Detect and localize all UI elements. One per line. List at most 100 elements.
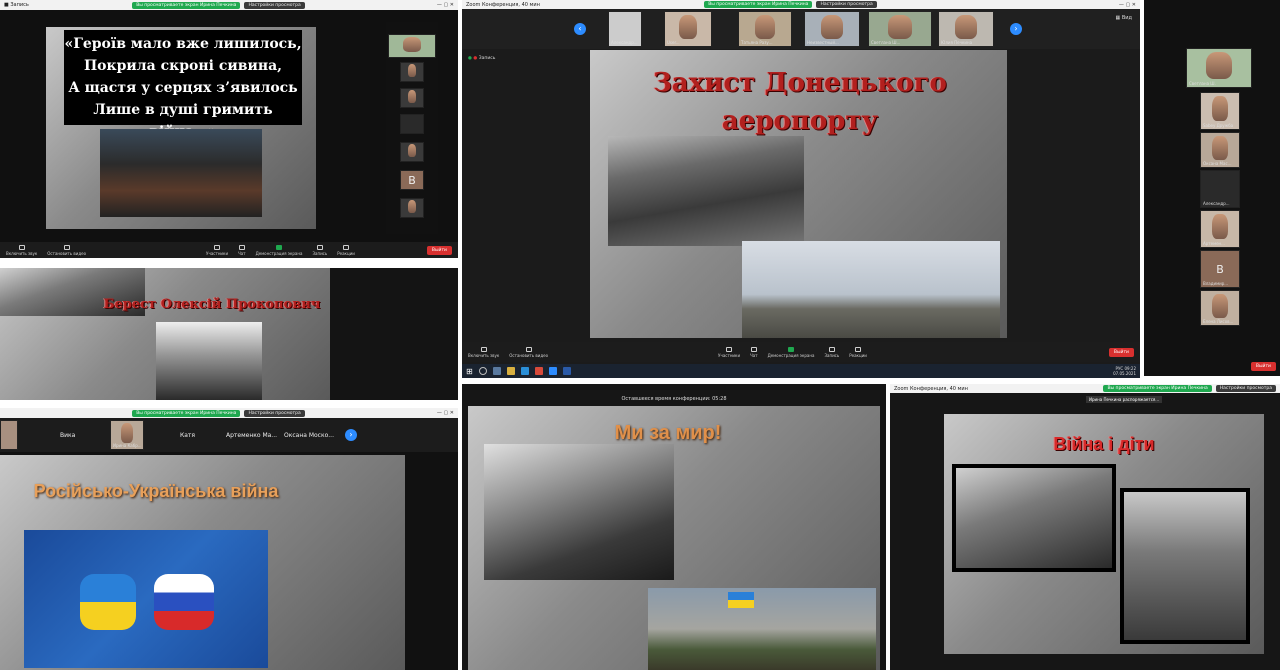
participant-thumb[interactable] bbox=[400, 88, 424, 108]
participants-strip: ‹ Александр... User... Татьяна Разу... Н… bbox=[462, 9, 1140, 49]
participant-name: Катя bbox=[180, 432, 196, 439]
unmute-button[interactable]: Включить звук bbox=[6, 244, 37, 256]
slide-airport: Захист Донецького аеропорту bbox=[590, 50, 1007, 338]
slide-title: Захист Донецького аеропорту bbox=[653, 68, 947, 136]
view-options-pill[interactable]: Настройки просмотра bbox=[244, 409, 305, 417]
participant-thumb-letter[interactable]: B Владимир... bbox=[1200, 250, 1240, 288]
zoom-topbar: Вы просматриваете экран Ирина Печкина На… bbox=[0, 408, 458, 418]
participant-tile[interactable]: Юлия Печкина bbox=[938, 11, 994, 47]
share-screen-button[interactable]: Демонстрация экрана bbox=[256, 244, 302, 256]
share-icon bbox=[276, 244, 282, 250]
next-page-button[interactable]: › bbox=[345, 429, 357, 441]
viewing-screen-pill[interactable]: Вы просматриваете экран Ирина Печкина bbox=[132, 409, 241, 417]
slide-berest: Берест Олексій Прокопович bbox=[0, 268, 330, 400]
search-icon[interactable] bbox=[478, 367, 487, 375]
participant-tile[interactable]: Александр... bbox=[608, 11, 642, 47]
slide-poem: «Героїв мало вже лишилось, Покрила скрон… bbox=[46, 27, 316, 229]
view-options-pill[interactable]: Настройки просмотра bbox=[244, 1, 305, 9]
participant-tile[interactable]: User... bbox=[664, 11, 712, 47]
people-icon bbox=[214, 244, 221, 250]
control-request-pill[interactable]: Ирина Печкина распоряжается... bbox=[1086, 396, 1163, 403]
leave-button[interactable]: Выйти bbox=[1250, 362, 1276, 371]
clock-date: 07.05.2021 bbox=[1113, 371, 1136, 376]
viewing-screen-pill[interactable]: Вы просматриваете экран Ирина Печкина bbox=[132, 1, 241, 9]
participant-tile[interactable]: Татьяна Разу... bbox=[738, 11, 792, 47]
chrome-icon[interactable] bbox=[534, 367, 543, 375]
stop-video-button[interactable]: Остановить видео bbox=[47, 244, 86, 256]
record-button[interactable]: Запись bbox=[824, 346, 839, 358]
leave-button[interactable]: Выйти bbox=[1108, 347, 1134, 357]
soldiers-children-photo bbox=[952, 464, 1116, 572]
participant-gallery: Светлана Ш. Sabey Дружба Оксана Мас... А… bbox=[1184, 30, 1256, 330]
view-options-pill[interactable]: Настройки просмотра bbox=[816, 1, 877, 8]
zoom-toolbar: Включить звук Остановить видео Участники… bbox=[0, 242, 458, 258]
reactions-button[interactable]: Реакции bbox=[849, 346, 867, 358]
camera-icon bbox=[63, 244, 70, 250]
chat-button[interactable]: Чат bbox=[750, 346, 758, 358]
fists-flags-image bbox=[24, 530, 268, 668]
boy-portrait-photo bbox=[1120, 488, 1250, 644]
zoom-app-icon[interactable] bbox=[548, 367, 557, 375]
participants-button[interactable]: Участники bbox=[206, 244, 228, 256]
zoom-topbar: Zoom Конференция, 40 мин Вы просматривае… bbox=[462, 0, 1140, 9]
participant-name: Оксана Моско... bbox=[284, 432, 334, 439]
record-button[interactable]: Запись bbox=[312, 244, 327, 256]
stop-video-button[interactable]: Остановить видео bbox=[509, 346, 548, 358]
window-controls-icon[interactable]: — ▢ ✕ bbox=[437, 2, 454, 8]
participant-thumb[interactable]: Светлана Ш. bbox=[1186, 48, 1252, 88]
participant-thumb[interactable] bbox=[400, 198, 424, 218]
edge-icon[interactable] bbox=[520, 367, 529, 375]
viewing-screen-pill[interactable]: Вы просматриваете экран Ирина Печкина bbox=[1103, 385, 1212, 392]
explorer-icon[interactable] bbox=[506, 367, 515, 375]
slide-war: Російсько-Українська війна bbox=[0, 455, 405, 670]
share-icon bbox=[788, 346, 794, 352]
participant-thumb[interactable]: Елена Лисов... bbox=[1200, 290, 1240, 326]
participant-thumb[interactable] bbox=[388, 34, 436, 58]
poem-line-2: Покрила скроні сивина, bbox=[83, 58, 283, 74]
participant-tile[interactable]: Неизвестный... bbox=[804, 11, 860, 47]
word-icon[interactable] bbox=[562, 367, 571, 375]
taskview-icon[interactable] bbox=[492, 367, 501, 375]
participant-thumb[interactable] bbox=[400, 114, 424, 134]
smile-icon bbox=[855, 346, 862, 352]
view-options-pill[interactable]: Настройки просмотра bbox=[1215, 385, 1276, 392]
record-icon bbox=[316, 244, 323, 250]
unmute-button[interactable]: Включить звук bbox=[468, 346, 499, 358]
participant-tile[interactable]: Ирина Кабр... bbox=[110, 420, 144, 450]
participant-tile[interactable]: Светлана Ш... bbox=[868, 11, 932, 47]
participant-thumb-letter[interactable]: B bbox=[400, 170, 424, 190]
participant-name: Вика bbox=[60, 432, 76, 439]
window-controls-icon[interactable]: — ▢ ✕ bbox=[1119, 2, 1136, 8]
next-page-button[interactable]: › bbox=[1010, 23, 1022, 35]
participant-thumb[interactable]: Sabey Дружба bbox=[1200, 92, 1240, 130]
leave-button[interactable]: Выйти bbox=[426, 245, 452, 255]
camera-icon bbox=[525, 346, 532, 352]
chat-button[interactable]: Чат bbox=[238, 244, 246, 256]
participant-thumb[interactable] bbox=[400, 62, 424, 82]
panel-russo-ukrainian-war: Вы просматриваете экран Ирина Печкина На… bbox=[0, 408, 458, 670]
participant-thumb[interactable] bbox=[400, 142, 424, 162]
reactions-button[interactable]: Реакции bbox=[337, 244, 355, 256]
participant-thumb[interactable]: Александр... bbox=[1200, 170, 1240, 208]
poem-line-3: А щастя у серцях з’явилось bbox=[68, 80, 298, 96]
slide-title: Ми за мир! bbox=[614, 422, 722, 444]
participant-tile[interactable] bbox=[0, 420, 18, 450]
window-controls-icon[interactable]: — ▢ ✕ bbox=[437, 410, 454, 416]
share-screen-button[interactable]: Демонстрация экрана bbox=[768, 346, 814, 358]
russia-fist-icon bbox=[154, 574, 214, 630]
view-toggle-icon[interactable]: ▦ Вид bbox=[1116, 15, 1132, 21]
viewing-screen-pill[interactable]: Вы просматриваете экран Ирина Печкина bbox=[704, 1, 813, 8]
window-title: Zoom Конференция, 40 мин bbox=[894, 385, 968, 392]
slide-children: Війна і діти bbox=[944, 414, 1264, 654]
poem-line-1: «Героїв мало вже лишилось, bbox=[64, 36, 302, 52]
prev-page-button[interactable]: ‹ bbox=[574, 23, 586, 35]
participant-thumb[interactable]: Артемен... bbox=[1200, 210, 1240, 248]
participant-thumb[interactable]: Оксана Мас... bbox=[1200, 132, 1240, 168]
ukraine-flag-icon bbox=[728, 592, 754, 608]
slide-title: Війна і діти bbox=[1053, 434, 1155, 454]
ukraine-fist-icon bbox=[80, 574, 136, 630]
windows-start-icon[interactable]: ⊞ bbox=[466, 367, 473, 376]
zoom-topbar: Zoom Конференция, 40 мин Вы просматривае… bbox=[890, 384, 1280, 393]
participants-button[interactable]: Участники bbox=[718, 346, 740, 358]
smile-icon bbox=[343, 244, 350, 250]
